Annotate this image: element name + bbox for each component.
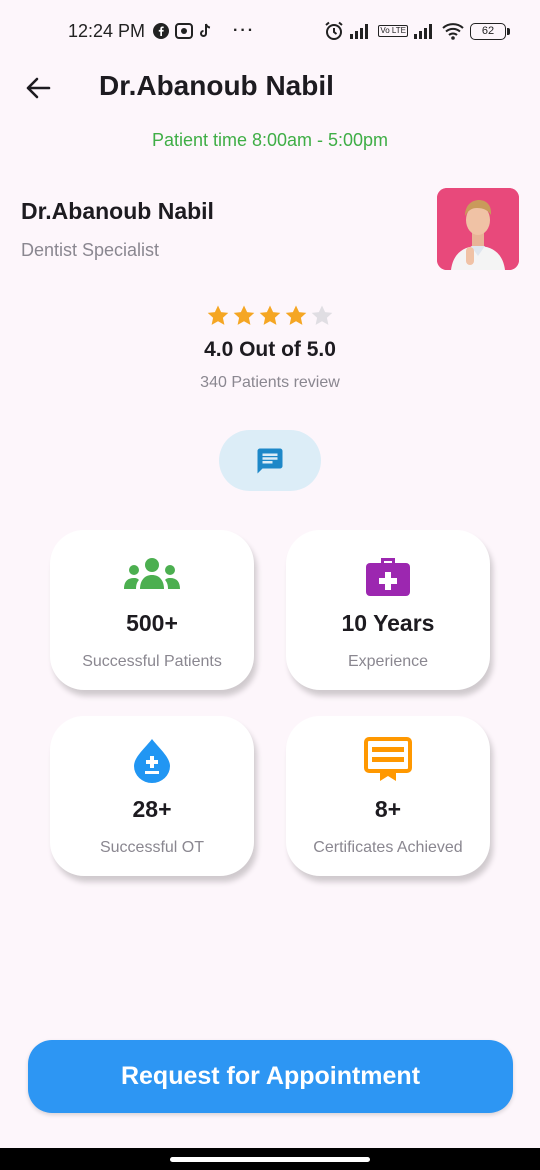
stat-label: Successful Patients: [82, 653, 222, 670]
battery-level: 62: [481, 25, 495, 37]
star-filled-icon: [285, 305, 307, 325]
chat-button[interactable]: [219, 430, 321, 491]
patient-time: Patient time 8:00am - 5:00pm: [151, 130, 389, 150]
stat-card-patients: 500+ Successful Patients: [50, 530, 254, 690]
star-empty-icon: [311, 305, 333, 325]
doctor-specialty: Dentist Specialist: [21, 240, 160, 260]
stat-label: Certificates Achieved: [313, 839, 463, 856]
request-appointment-button[interactable]: Request for Appointment: [28, 1040, 513, 1113]
stat-value: 500+: [126, 610, 178, 636]
facebook-icon: [153, 23, 170, 39]
arrow-back-icon: [26, 77, 51, 99]
app-bar: Dr.Abanoub Nabil: [0, 62, 540, 114]
stat-card-certificates: 8+ Certificates Achieved: [286, 716, 490, 876]
more-notifications-icon: ···: [233, 22, 256, 39]
rating-text: 4.0 Out of 5.0: [204, 338, 336, 361]
rating-stars: [0, 304, 540, 328]
signal-icon: [350, 23, 372, 39]
blood-drop-icon: [132, 736, 172, 784]
tiktok-icon: [199, 23, 213, 39]
stat-label: Experience: [347, 653, 429, 670]
star-filled-icon: [233, 305, 255, 325]
signal-icon-2: [414, 23, 436, 39]
volte-badge: Vo LTE: [378, 25, 408, 37]
certificate-icon: [364, 736, 412, 784]
doctor-avatar: [437, 188, 519, 270]
medical-bag-icon: [364, 550, 412, 598]
wifi-icon: [442, 22, 464, 40]
stat-value: 10 Years: [341, 610, 435, 636]
status-bar: 12:24 PM ··· Vo LTE 62: [0, 0, 540, 62]
stat-value: 28+: [132, 796, 172, 822]
stat-value: 8+: [374, 796, 402, 822]
star-filled-icon: [207, 305, 229, 325]
screen-record-icon: [175, 23, 194, 39]
alarm-icon: [324, 21, 344, 41]
stat-label: Successful OT: [99, 839, 205, 856]
status-time: 12:24 PM: [68, 20, 146, 41]
back-button[interactable]: [22, 72, 54, 104]
stat-card-ot: 28+ Successful OT: [50, 716, 254, 876]
doctor-name: Dr.Abanoub Nabil: [21, 198, 214, 224]
battery-icon: 62: [470, 22, 510, 40]
page-title: Dr.Abanoub Nabil: [99, 70, 334, 101]
group-icon: [123, 550, 181, 598]
review-count: 340 Patients review: [200, 374, 340, 391]
chat-icon: [257, 448, 283, 473]
stat-card-experience: 10 Years Experience: [286, 530, 490, 690]
home-indicator[interactable]: [170, 1157, 370, 1162]
star-filled-icon: [259, 305, 281, 325]
